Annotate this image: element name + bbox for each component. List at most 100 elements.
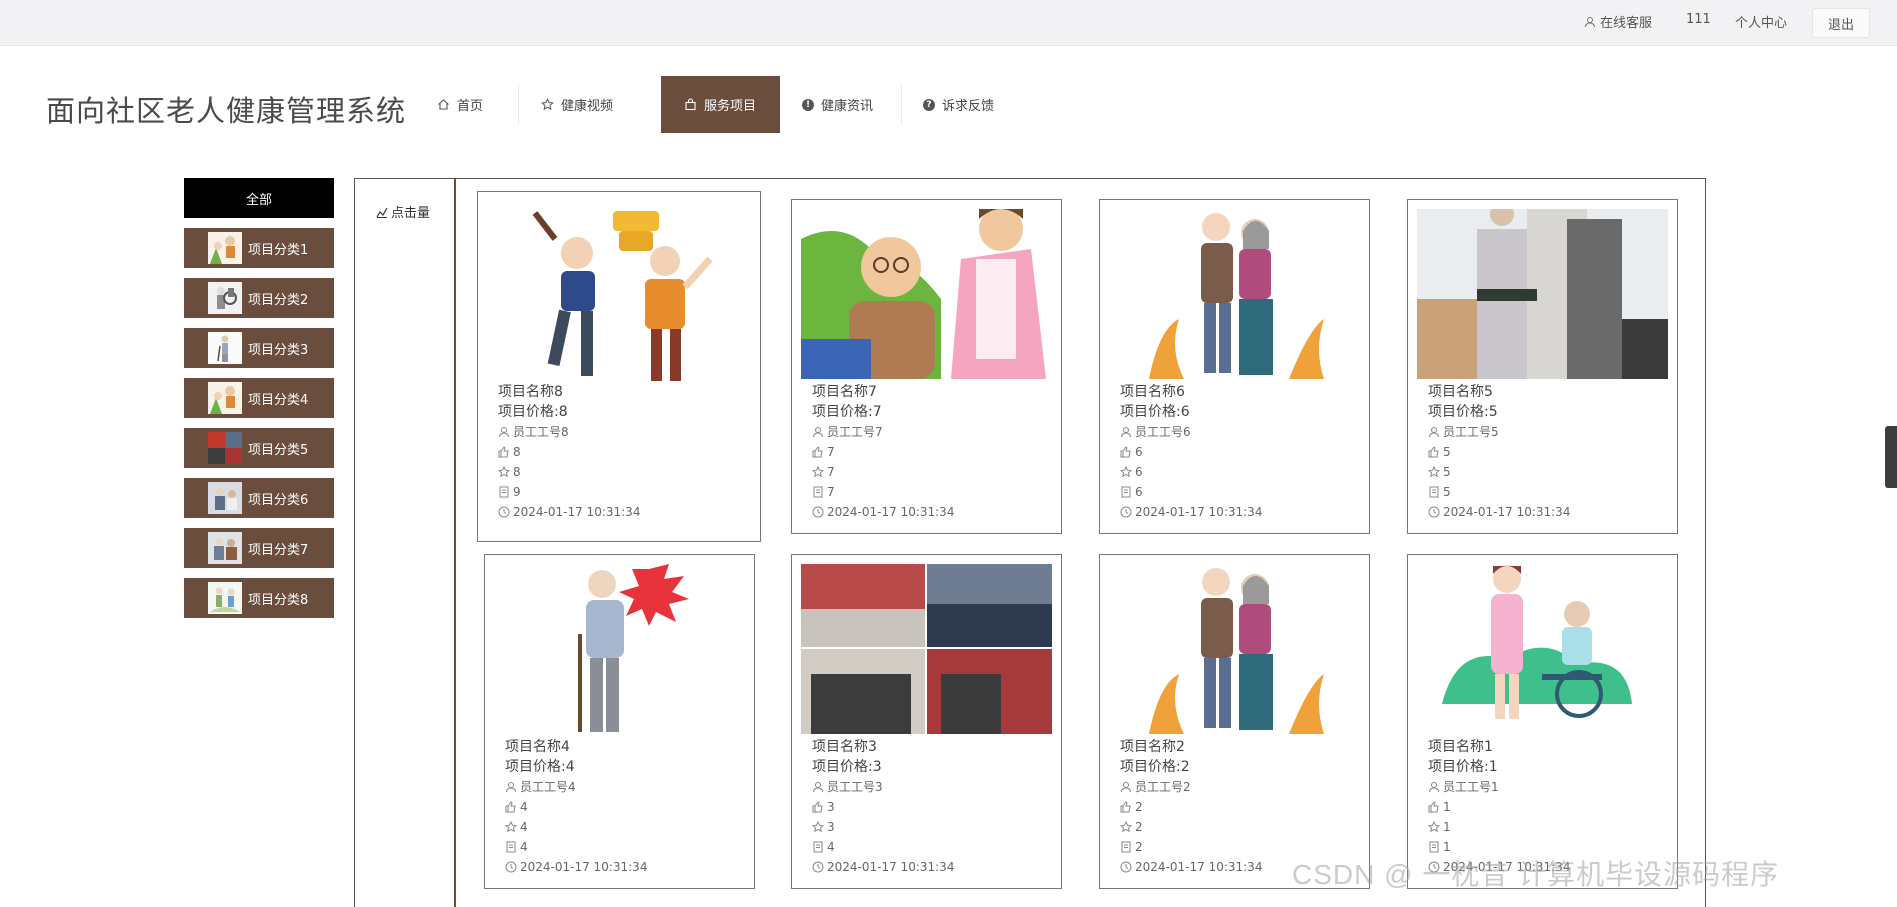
clicks-count: 4 (520, 840, 528, 854)
publish-time: 2024-01-17 10:31:34 (1120, 857, 1262, 877)
document-icon (813, 486, 823, 498)
publish-time-text: 2024-01-17 10:31:34 (1443, 505, 1571, 519)
online-service-label: 在线客服 (1600, 16, 1653, 31)
clock-icon (498, 506, 510, 518)
service-image (801, 564, 1052, 734)
clock-icon (505, 861, 517, 873)
item-price: 项目价格:7 (812, 404, 882, 420)
likes-count: 1 (1443, 800, 1451, 814)
likes-count: 2 (1135, 800, 1143, 814)
user-icon (1585, 16, 1595, 27)
star-icon (540, 98, 554, 112)
site-title: 面向社区老人健康管理系统 (46, 94, 407, 128)
document-icon (1121, 841, 1131, 853)
item-name: 项目名称8 (498, 384, 563, 400)
service-image (1109, 564, 1360, 734)
likes-count: 8 (513, 445, 521, 459)
publish-time: 2024-01-17 10:31:34 (1428, 502, 1570, 522)
likes: 6 (1120, 442, 1262, 462)
service-card[interactable]: 项目名称6 项目价格:6 员工工号6 6 6 6 2024-01-17 10:3… (1099, 199, 1370, 534)
top-bar: 在线客服 111 个人中心 退出 (0, 0, 1897, 46)
favorites: 5 (1428, 462, 1570, 482)
clicks-count: 6 (1135, 485, 1143, 499)
category-thumbnail (208, 382, 242, 414)
category-thumbnail (208, 432, 242, 464)
publish-time: 2024-01-17 10:31:34 (812, 857, 954, 877)
card-info: 项目名称7 项目价格:7 员工工号7 7 7 7 2024-01-17 10:3… (812, 382, 954, 522)
clicks-count: 9 (513, 485, 521, 499)
question-icon: ? (923, 98, 935, 111)
service-card[interactable]: 项目名称3 项目价格:3 员工工号3 3 3 4 2024-01-17 10:3… (791, 554, 1062, 889)
side-float-tab[interactable] (1885, 426, 1897, 488)
category-item-4[interactable]: 项目分类4 (184, 378, 334, 418)
clicks-count: 4 (827, 840, 835, 854)
category-thumbnail (208, 482, 242, 514)
service-image (495, 201, 743, 390)
document-icon (813, 841, 823, 853)
service-card[interactable]: 项目名称2 项目价格:2 员工工号2 2 2 2 2024-01-17 10:3… (1099, 554, 1370, 889)
service-card[interactable]: 项目名称7 项目价格:7 员工工号7 7 7 7 2024-01-17 10:3… (791, 199, 1062, 534)
favorites-count: 4 (520, 820, 528, 834)
likes: 7 (812, 442, 954, 462)
sort-column (354, 178, 456, 907)
card-info: 项目名称4 项目价格:4 员工工号4 4 4 4 2024-01-17 10:3… (505, 737, 647, 877)
nav-feedback[interactable]: ? 诉求反馈 (901, 76, 1022, 133)
user-icon (506, 782, 516, 793)
publish-time: 2024-01-17 10:31:34 (1120, 502, 1262, 522)
watermark: CSDN @ 一枕昔 计算机毕设源码程序 (1292, 859, 1780, 890)
clock-icon (812, 861, 824, 873)
card-info: 项目名称8 项目价格:8 员工工号8 8 8 9 2024-01-17 10:3… (498, 382, 640, 522)
favorites: 8 (498, 462, 640, 482)
nav-health-news[interactable]: ! 健康资讯 (780, 76, 901, 133)
logout-button[interactable]: 退出 (1812, 8, 1870, 38)
item-name: 项目名称6 (1120, 384, 1185, 400)
staff-id: 员工工号6 (1120, 422, 1262, 442)
document-icon (1429, 841, 1439, 853)
category-item-6[interactable]: 项目分类6 (184, 478, 334, 518)
favorites-count: 6 (1135, 465, 1143, 479)
clicks: 6 (1120, 482, 1262, 502)
star-icon (812, 466, 824, 478)
thumbs-up-icon (1120, 446, 1131, 458)
nav-service-items-label: 服务项目 (704, 99, 757, 114)
personal-center-link[interactable]: 个人中心 (1735, 12, 1787, 31)
staff-id: 员工工号1 (1428, 777, 1570, 797)
sort-label: 点击量 (391, 206, 431, 221)
category-item-3[interactable]: 项目分类3 (184, 328, 334, 368)
item-price: 项目价格:4 (505, 759, 575, 775)
nav-service-items[interactable]: 服务项目 (661, 76, 780, 133)
user-icon (813, 782, 823, 793)
card-info: 项目名称5 项目价格:5 员工工号5 5 5 5 2024-01-17 10:3… (1428, 382, 1570, 522)
category-item-8[interactable]: 项目分类8 (184, 578, 334, 618)
favorites-count: 1 (1443, 820, 1451, 834)
category-item-1[interactable]: 项目分类1 (184, 228, 334, 268)
publish-time-text: 2024-01-17 10:31:34 (827, 860, 955, 874)
online-service-link[interactable]: 在线客服 (1584, 12, 1652, 31)
category-label: 项目分类2 (248, 292, 309, 308)
sort-by-clicks-button[interactable]: 点击量 (376, 202, 430, 221)
favorites-count: 2 (1135, 820, 1143, 834)
document-icon (1429, 486, 1439, 498)
service-card[interactable]: 项目名称4 项目价格:4 员工工号4 4 4 4 2024-01-17 10:3… (484, 554, 755, 889)
star-icon (505, 821, 517, 833)
nav-health-videos[interactable]: 健康视频 (518, 76, 661, 133)
category-item-7[interactable]: 项目分类7 (184, 528, 334, 568)
favorites: 3 (812, 817, 954, 837)
publish-time-text: 2024-01-17 10:31:34 (827, 505, 955, 519)
staff-id-text: 员工工号3 (827, 780, 883, 794)
service-card[interactable]: 项目名称1 项目价格:1 员工工号1 1 1 1 2024-01-17 10:3… (1407, 554, 1678, 889)
category-item-5[interactable]: 项目分类5 (184, 428, 334, 468)
clock-icon (1120, 861, 1132, 873)
user-icon (1429, 782, 1439, 793)
likes-count: 7 (827, 445, 835, 459)
category-item-2[interactable]: 项目分类2 (184, 278, 334, 318)
nav-home[interactable]: 首页 (414, 76, 518, 133)
service-card[interactable]: 项目名称8 项目价格:8 员工工号8 8 8 9 2024-01-17 10:3… (477, 191, 761, 542)
staff-id-text: 员工工号2 (1135, 780, 1191, 794)
service-card[interactable]: 项目名称5 项目价格:5 员工工号5 5 5 5 2024-01-17 10:3… (1407, 199, 1678, 534)
category-all[interactable]: 全部 (184, 178, 334, 218)
item-name: 项目名称1 (1428, 739, 1493, 755)
clicks: 2 (1120, 837, 1262, 857)
card-info: 项目名称3 项目价格:3 员工工号3 3 3 4 2024-01-17 10:3… (812, 737, 954, 877)
likes: 2 (1120, 797, 1262, 817)
